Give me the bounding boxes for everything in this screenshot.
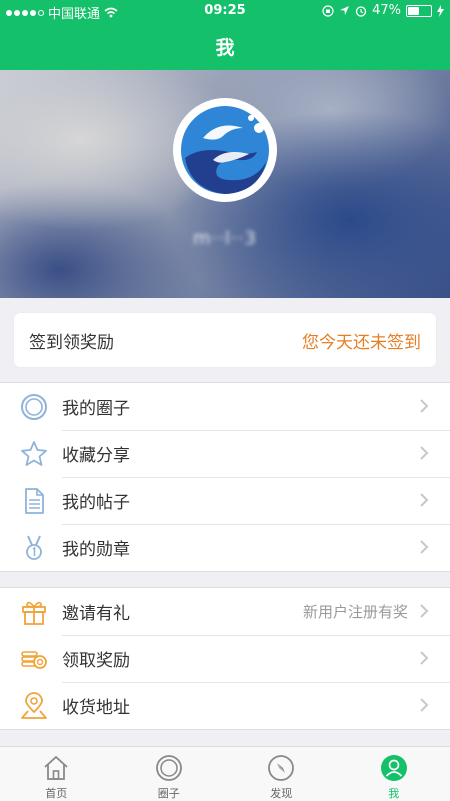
status-right: 47% [322, 3, 444, 18]
tab-circles[interactable]: 圈子 [113, 747, 226, 801]
gift-icon [20, 598, 48, 626]
invite-promo-text: 新用户注册有奖 [303, 601, 408, 622]
coins-icon [20, 645, 48, 673]
menu-item-my-circles[interactable]: 我的圈子 [0, 383, 450, 430]
circle-icon [155, 754, 183, 782]
checkin-card[interactable]: 签到领奖励 您今天还未签到 [14, 313, 436, 367]
tab-bar: 首页 圈子 发现 我 [0, 746, 450, 801]
chevron-right-icon [418, 445, 430, 461]
chevron-right-icon [418, 603, 430, 619]
menu-item-address[interactable]: 收货地址 [0, 682, 450, 729]
star-icon [20, 440, 48, 468]
chevron-right-icon [418, 398, 430, 414]
menu-item-label: 邀请有礼 [62, 599, 130, 624]
chevron-right-icon [418, 697, 430, 713]
menu-item-my-posts[interactable]: 我的帖子 [0, 477, 450, 524]
status-bar: 中国联通 09:25 47% [0, 0, 450, 22]
page-title: 我 [215, 33, 234, 60]
app-logo-icon [173, 98, 277, 202]
menu-item-invite[interactable]: 邀请有礼 新用户注册有奖 [0, 588, 450, 635]
menu-item-label: 领取奖励 [62, 646, 130, 671]
profile-header: m··l··3 [0, 70, 450, 298]
charging-icon [437, 5, 444, 17]
checkin-status[interactable]: 您今天还未签到 [302, 328, 421, 353]
tab-label: 我 [338, 785, 450, 801]
chevron-right-icon [418, 650, 430, 666]
menu-item-label: 我的圈子 [62, 394, 130, 419]
avatar[interactable] [173, 98, 277, 202]
chevron-right-icon [418, 539, 430, 555]
checkin-label: 签到领奖励 [29, 328, 114, 353]
map-pin-icon [20, 692, 48, 720]
menu-group-rewards: 邀请有礼 新用户注册有奖 领取奖励 收货地址 [0, 587, 450, 730]
username: m··l··3 [0, 228, 450, 249]
tab-label: 圈子 [113, 785, 226, 801]
menu-item-claim-rewards[interactable]: 领取奖励 [0, 635, 450, 682]
menu-item-label: 我的帖子 [62, 488, 130, 513]
circle-icon [20, 393, 48, 421]
battery-icon [406, 5, 432, 17]
tab-label: 发现 [225, 785, 338, 801]
document-icon [20, 487, 48, 515]
menu-group-personal: 我的圈子 收藏分享 我的帖子 我的勋章 [0, 382, 450, 572]
compass-icon [267, 754, 295, 782]
orientation-lock-icon [322, 5, 334, 17]
chevron-right-icon [418, 492, 430, 508]
menu-item-label: 我的勋章 [62, 535, 130, 560]
menu-item-favorites[interactable]: 收藏分享 [0, 430, 450, 477]
menu-item-my-medals[interactable]: 我的勋章 [0, 524, 450, 571]
tab-home[interactable]: 首页 [0, 747, 113, 801]
location-icon [339, 5, 350, 16]
nav-bar: 我 [0, 22, 450, 70]
user-icon [380, 754, 408, 782]
menu-item-label: 收货地址 [62, 693, 130, 718]
tab-discover[interactable]: 发现 [225, 747, 338, 801]
home-icon [42, 754, 70, 782]
alarm-icon [355, 5, 367, 17]
battery-percent: 47% [372, 3, 401, 18]
menu-item-label: 收藏分享 [62, 441, 130, 466]
tab-me[interactable]: 我 [338, 747, 450, 801]
medal-icon [20, 534, 48, 562]
tab-label: 首页 [0, 785, 113, 801]
